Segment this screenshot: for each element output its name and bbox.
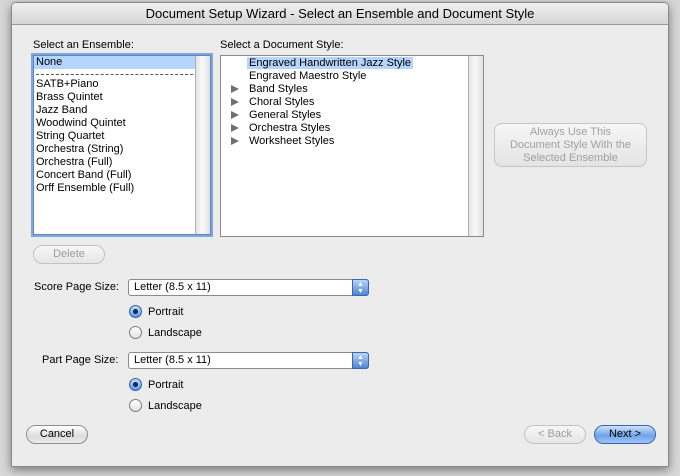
disclosure-triangle-icon[interactable] bbox=[231, 85, 239, 93]
back-button-label: < Back bbox=[538, 428, 572, 440]
ensemble-separator bbox=[36, 74, 208, 75]
style-group[interactable]: Worksheet Styles bbox=[221, 135, 483, 148]
part-portrait-label: Portrait bbox=[148, 379, 184, 391]
radio-selected-icon bbox=[129, 378, 142, 391]
ensemble-item[interactable]: Orchestra (String) bbox=[34, 143, 210, 156]
title-bar[interactable]: Document Setup Wizard - Select an Ensemb… bbox=[12, 3, 668, 25]
style-list[interactable]: Engraved Handwritten Jazz Style Engraved … bbox=[220, 55, 484, 237]
wizard-window: Document Setup Wizard - Select an Ensemb… bbox=[11, 2, 669, 467]
ensemble-item[interactable]: Orff Ensemble (Full) bbox=[34, 182, 210, 195]
ensemble-item[interactable]: SATB+Piano bbox=[34, 78, 210, 91]
cancel-button-label: Cancel bbox=[39, 428, 75, 440]
disclosure-triangle-icon[interactable] bbox=[231, 137, 239, 145]
back-button[interactable]: < Back bbox=[524, 425, 586, 444]
ensemble-item[interactable]: Woodwind Quintet bbox=[34, 117, 210, 130]
delete-button[interactable]: Delete bbox=[33, 245, 105, 264]
disclosure-triangle-icon[interactable] bbox=[231, 98, 239, 106]
ensemble-item[interactable]: Jazz Band bbox=[34, 104, 210, 117]
style-item-label: General Styles bbox=[249, 109, 322, 121]
style-item-label: Choral Styles bbox=[249, 96, 315, 108]
ensemble-list-scrollbar[interactable] bbox=[195, 56, 210, 234]
style-item-label: Worksheet Styles bbox=[249, 135, 335, 147]
next-button-label: Next > bbox=[608, 428, 642, 440]
always-use-line-1: Always Use This bbox=[529, 126, 612, 138]
select-arrows-icon: ▲ ▼ bbox=[352, 352, 369, 369]
style-label: Select a Document Style: bbox=[220, 39, 344, 51]
score-portrait-label: Portrait bbox=[148, 306, 184, 318]
ensemble-list[interactable]: None SATB+Piano Brass Quintet Jazz Band Wood… bbox=[33, 55, 211, 235]
always-use-style-button[interactable]: Always Use This Document Style With the … bbox=[494, 123, 647, 167]
radio-unselected-icon bbox=[129, 399, 142, 412]
part-page-size-select[interactable]: Letter (8.5 x 11) ▲ ▼ bbox=[128, 352, 369, 369]
window-title: Document Setup Wizard - Select an Ensemb… bbox=[145, 6, 535, 21]
part-landscape-label: Landscape bbox=[148, 400, 202, 412]
ensemble-label: Select an Ensemble: bbox=[33, 39, 134, 51]
style-item-label: Engraved Handwritten Jazz Style bbox=[247, 57, 414, 69]
ensemble-item[interactable]: String Quartet bbox=[34, 130, 210, 143]
score-page-size-label: Score Page Size: bbox=[34, 281, 119, 293]
score-landscape-label: Landscape bbox=[148, 327, 202, 339]
style-group[interactable]: Band Styles bbox=[221, 83, 483, 96]
part-page-size-value: Letter (8.5 x 11) bbox=[134, 354, 211, 366]
disclosure-triangle-icon[interactable] bbox=[231, 124, 239, 132]
style-list-scrollbar[interactable] bbox=[468, 56, 483, 236]
always-use-line-2: Document Style With the bbox=[509, 139, 632, 151]
style-item[interactable]: Engraved Handwritten Jazz Style bbox=[221, 57, 483, 70]
ensemble-item[interactable]: Orchestra (Full) bbox=[34, 156, 210, 169]
wizard-content: Select an Ensemble: None SATB+Piano Brass … bbox=[12, 25, 668, 466]
style-item-label: Engraved Maestro Style bbox=[249, 70, 367, 82]
style-group[interactable]: Orchestra Styles bbox=[221, 122, 483, 135]
style-item-label: Band Styles bbox=[249, 83, 308, 95]
ensemble-item[interactable]: None bbox=[34, 56, 210, 69]
next-button[interactable]: Next > bbox=[594, 425, 656, 444]
style-group[interactable]: Choral Styles bbox=[221, 96, 483, 109]
style-item[interactable]: Engraved Maestro Style bbox=[221, 70, 483, 83]
select-arrows-icon: ▲ ▼ bbox=[352, 279, 369, 296]
score-page-size-value: Letter (8.5 x 11) bbox=[134, 281, 211, 293]
ensemble-item[interactable]: Brass Quintet bbox=[34, 91, 210, 104]
part-page-size-label: Part Page Size: bbox=[42, 354, 119, 366]
delete-button-label: Delete bbox=[53, 248, 85, 260]
style-group[interactable]: General Styles bbox=[221, 109, 483, 122]
radio-unselected-icon bbox=[129, 326, 142, 339]
cancel-button[interactable]: Cancel bbox=[26, 425, 88, 444]
score-page-size-select[interactable]: Letter (8.5 x 11) ▲ ▼ bbox=[128, 279, 369, 296]
always-use-line-3: Selected Ensemble bbox=[523, 152, 618, 164]
disclosure-triangle-icon[interactable] bbox=[231, 111, 239, 119]
style-item-label: Orchestra Styles bbox=[249, 122, 331, 134]
radio-selected-icon bbox=[129, 305, 142, 318]
ensemble-item[interactable]: Concert Band (Full) bbox=[34, 169, 210, 182]
